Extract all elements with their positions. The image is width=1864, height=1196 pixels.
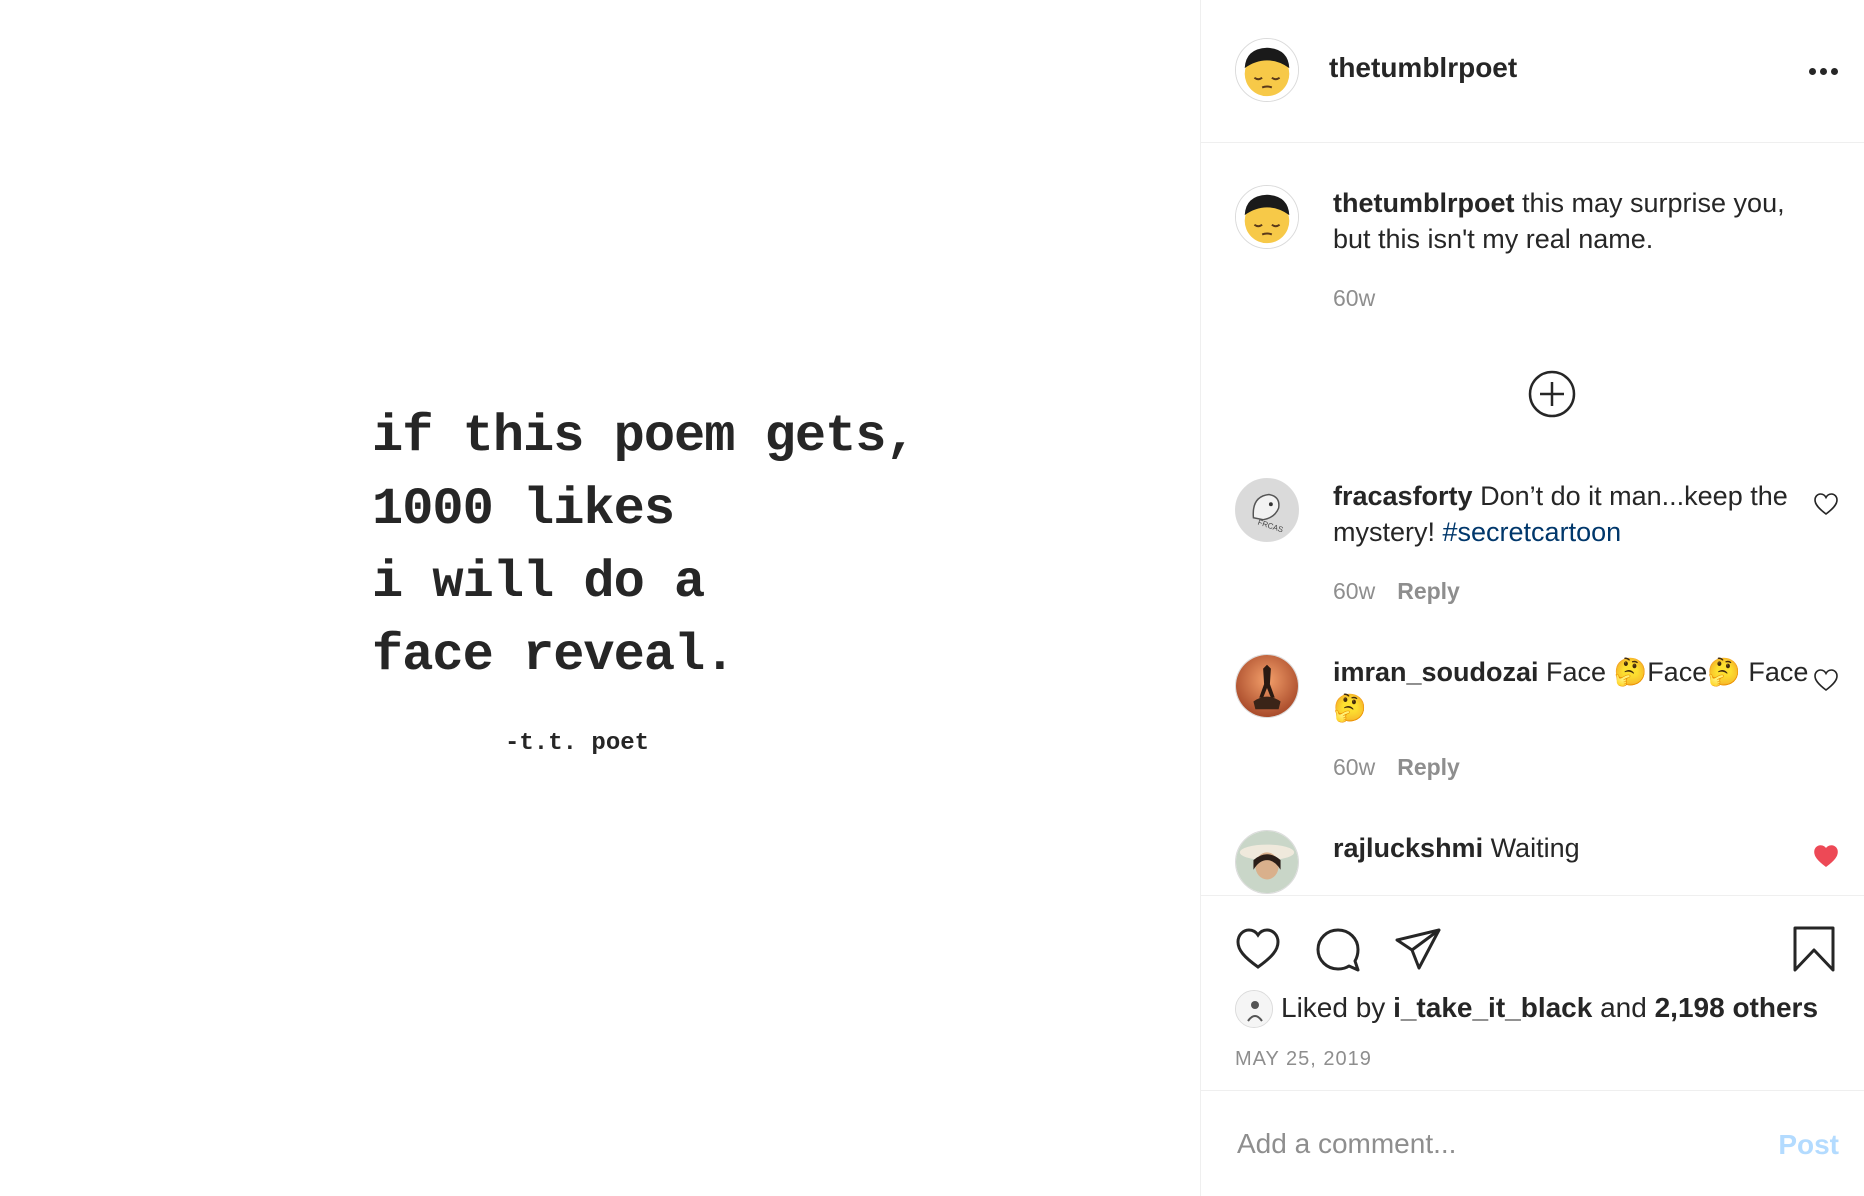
- heart-outline-icon[interactable]: [1813, 668, 1839, 692]
- header-username[interactable]: thetumblrpoet: [1329, 52, 1517, 84]
- hashtag-link[interactable]: #secretcartoon: [1443, 517, 1622, 547]
- heart-filled-icon[interactable]: [1813, 844, 1839, 868]
- comments-list[interactable]: thetumblrpoet this may surprise you, but…: [1201, 143, 1864, 895]
- rider-avatar-icon: [1236, 655, 1298, 717]
- comment-text: fracasforty Don’t do it man...keep the m…: [1333, 478, 1813, 550]
- poem-line: if this poem gets,: [372, 407, 917, 466]
- reply-button[interactable]: Reply: [1397, 578, 1460, 604]
- heart-icon[interactable]: [1233, 924, 1283, 974]
- avatar[interactable]: [1235, 38, 1299, 102]
- avatar[interactable]: [1235, 830, 1299, 894]
- comment-text: rajluckshmi Waiting: [1333, 830, 1813, 866]
- comment-time[interactable]: 60w: [1333, 578, 1375, 604]
- comment-body: Waiting: [1483, 833, 1580, 863]
- avatar[interactable]: [1235, 654, 1299, 718]
- poem-text: if this poem gets, 1000 likes i will do …: [372, 400, 917, 692]
- reply-button[interactable]: Reply: [1397, 754, 1460, 780]
- caption-time[interactable]: 60w: [1333, 285, 1375, 312]
- caption-text: thetumblrpoet this may surprise you, but…: [1333, 185, 1813, 257]
- liker-username[interactable]: i_take_it_black: [1393, 992, 1592, 1023]
- post-date[interactable]: MAY 25, 2019: [1235, 1048, 1372, 1071]
- comment-username[interactable]: imran_soudozai: [1333, 657, 1539, 687]
- caption-username[interactable]: thetumblrpoet: [1333, 188, 1515, 218]
- avatar[interactable]: [1235, 990, 1273, 1028]
- likes-middle: and: [1592, 992, 1655, 1023]
- bookmark-icon[interactable]: [1789, 924, 1839, 974]
- poem-line: i will do a: [372, 553, 705, 612]
- comment-meta: 60w Reply: [1333, 578, 1460, 605]
- post-header: thetumblrpoet: [1201, 0, 1864, 143]
- post-button[interactable]: Post: [1778, 1129, 1839, 1161]
- comment-input[interactable]: [1235, 1121, 1739, 1167]
- comment-username[interactable]: rajluckshmi: [1333, 833, 1483, 863]
- post-image[interactable]: if this poem gets, 1000 likes i will do …: [0, 0, 1200, 1196]
- likes-others-link[interactable]: 2,198 others: [1655, 992, 1818, 1023]
- comment-icon[interactable]: [1313, 924, 1363, 974]
- liker-avatar-icon: [1236, 991, 1272, 1027]
- plus-circle-icon[interactable]: [1527, 369, 1577, 419]
- comment-text: imran_soudozai Face 🤔Face🤔 Face🤔: [1333, 654, 1813, 726]
- comment-time[interactable]: 60w: [1333, 754, 1375, 780]
- comment-meta: 60w Reply: [1333, 754, 1460, 781]
- cartoon-avatar-icon: FRCAS: [1236, 479, 1298, 541]
- paper-plane-icon[interactable]: [1393, 924, 1443, 974]
- more-options-icon[interactable]: [1809, 68, 1839, 76]
- poem-line: 1000 likes: [372, 480, 675, 539]
- photo-avatar-icon: [1236, 831, 1298, 893]
- pensive-face-icon: [1236, 39, 1298, 101]
- poem-signature: -t.t. poet: [505, 730, 650, 757]
- pensive-face-icon: [1236, 186, 1298, 248]
- poem-line: face reveal.: [372, 626, 735, 685]
- post-side-panel: thetumblrpoet thetumblrpoet this may sur…: [1200, 0, 1864, 1196]
- avatar[interactable]: [1235, 185, 1299, 249]
- add-comment-bar: Post: [1201, 1090, 1864, 1196]
- likes-text: Liked by i_take_it_black and 2,198 other…: [1281, 992, 1818, 1024]
- instagram-post: if this poem gets, 1000 likes i will do …: [0, 0, 1864, 1196]
- likes-prefix: Liked by: [1281, 992, 1394, 1023]
- action-bar: Liked by i_take_it_black and 2,198 other…: [1201, 895, 1864, 1090]
- comment-username[interactable]: fracasforty: [1333, 481, 1473, 511]
- heart-outline-icon[interactable]: [1813, 492, 1839, 516]
- avatar[interactable]: FRCAS: [1235, 478, 1299, 542]
